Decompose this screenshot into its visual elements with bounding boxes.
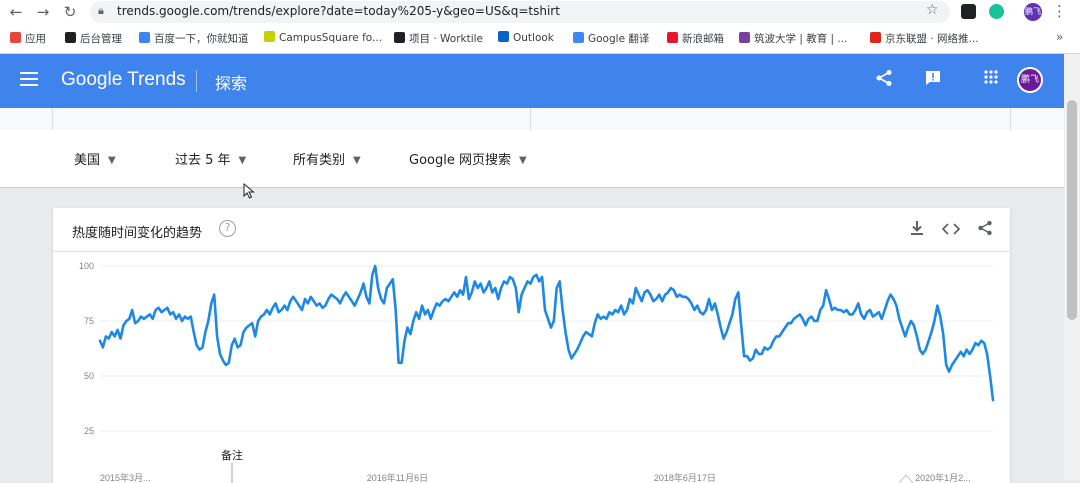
bookmark-item[interactable]: 百度一下，你就知道: [139, 31, 249, 46]
bookmark-label: 新浪邮箱: [682, 33, 724, 45]
bookmark-label: 筑波大学 | 教育 | ...: [754, 33, 848, 45]
scrollbar-thumb[interactable]: [1067, 100, 1077, 320]
bookmark-site-icon: [394, 32, 405, 43]
search-type-filter[interactable]: Google 网页搜索 ▼: [409, 149, 527, 168]
browser-chrome: ← → ↻ 🔒︎ trends.google.com/trends/explor…: [0, 0, 1080, 54]
bookmark-item[interactable]: 新浪邮箱: [667, 31, 724, 46]
caret-down-icon: ▼: [353, 155, 361, 166]
time-filter-label: 过去 5 年: [175, 153, 231, 168]
grammarly-extension-icon[interactable]: [989, 4, 1004, 19]
caret-down-icon: ▼: [518, 155, 527, 166]
bookmark-label: 项目 · Worktile: [409, 33, 484, 45]
browser-profile-avatar[interactable]: 鹏飞: [1024, 3, 1042, 21]
feedback-icon[interactable]: [922, 69, 944, 91]
bookmark-label: 后台管理: [80, 33, 122, 45]
bookmark-site-icon: [870, 32, 881, 43]
hamburger-menu-icon[interactable]: [20, 68, 38, 90]
share-icon[interactable]: [974, 220, 996, 242]
embed-code-icon[interactable]: [940, 220, 962, 242]
bookmark-label: 应用: [25, 33, 46, 45]
bookmark-star-icon[interactable]: ☆: [926, 2, 939, 18]
bookmark-item[interactable]: 项目 · Worktile: [394, 31, 483, 46]
account-avatar[interactable]: 鹏飞: [1017, 67, 1043, 93]
address-row: ← → ↻ 🔒︎ trends.google.com/trends/explor…: [0, 0, 1080, 24]
annotation-marker[interactable]: [898, 474, 914, 483]
x-tick-label: 2020年1月2...: [915, 472, 971, 483]
region-filter-label: 美国: [74, 153, 101, 168]
bookmark-item[interactable]: 筑波大学 | 教育 | ...: [739, 31, 847, 46]
browser-menu-icon[interactable]: ⋮: [1052, 2, 1067, 20]
interest-line-chart[interactable]: 100 75 50 25 2015年3月... 2016年11月6日 2018年6月17日…: [53, 252, 1010, 483]
bookmark-item[interactable]: 后台管理: [65, 31, 122, 46]
bookmark-item[interactable]: CampusSquare fo...: [264, 31, 382, 44]
appbar-divider: [196, 70, 197, 92]
y-tick-label: 50: [84, 371, 94, 381]
term-divider: [530, 108, 531, 130]
google-trends-logo[interactable]: Google Trends: [61, 69, 186, 91]
term-divider: [52, 108, 53, 130]
app-bar: Google Trends 探索 鹏飞: [0, 54, 1064, 108]
category-filter[interactable]: 所有类别 ▼: [293, 149, 361, 168]
mouse-cursor-icon: [243, 183, 255, 199]
bookmark-site-icon: [264, 31, 275, 42]
bookmark-site-icon: [667, 32, 678, 43]
x-tick-label: 2015年3月...: [100, 472, 151, 483]
region-filter[interactable]: 美国 ▼: [74, 149, 116, 168]
bookmark-label: Google 翻译: [588, 33, 650, 45]
card-title: 热度随时间变化的趋势: [72, 226, 203, 241]
help-icon[interactable]: ?: [219, 220, 236, 237]
caret-down-icon: ▼: [238, 155, 247, 166]
y-tick-label: 75: [84, 316, 94, 326]
bookmark-site-icon: [139, 32, 150, 43]
address-bar[interactable]: 🔒︎ trends.google.com/trends/explore?date…: [90, 1, 950, 23]
lock-icon: 🔒︎: [98, 4, 104, 17]
bookmark-label: Outlook: [513, 32, 554, 44]
caret-down-icon: ▼: [108, 155, 116, 166]
apps-grid-icon: [10, 32, 21, 43]
bookmark-item[interactable]: 京东联盟 · 网络推...: [870, 31, 979, 46]
y-tick-label: 25: [84, 426, 94, 436]
filter-bar: 美国 ▼ 过去 5 年 ▼ 所有类别 ▼ Google 网页搜索 ▼: [0, 130, 1064, 188]
search-terms-strip: [0, 108, 1064, 131]
download-icon[interactable]: [906, 220, 928, 242]
x-tick-label: 2018年6月17日: [654, 472, 716, 483]
x-tick-label: 2016年11月6日: [367, 472, 428, 483]
term-divider: [1010, 108, 1011, 130]
forward-arrow-icon[interactable]: →: [33, 2, 53, 22]
apps-grid-icon[interactable]: [980, 69, 1002, 91]
bookmark-label: 百度一下，你就知道: [154, 33, 249, 45]
extension-icon[interactable]: [961, 4, 976, 19]
back-arrow-icon[interactable]: ←: [6, 2, 26, 22]
main-content: 美国 ▼ 过去 5 年 ▼ 所有类别 ▼ Google 网页搜索 ▼ 热度随时间变化的趋…: [0, 108, 1064, 483]
bookmark-site-icon: [65, 32, 76, 43]
interest-over-time-card: 热度随时间变化的趋势 ? 100 75 50 25 2015年3月... 2016年11…: [53, 208, 1010, 483]
bookmark-site-icon: [739, 32, 750, 43]
y-tick-label: 100: [79, 261, 94, 271]
bookmark-item[interactable]: Outlook: [498, 31, 554, 44]
bookmark-item[interactable]: 应用: [10, 31, 46, 46]
page-scrollbar[interactable]: [1064, 54, 1080, 480]
page-title: 探索: [215, 74, 248, 93]
bookmark-label: CampusSquare fo...: [279, 32, 383, 44]
search-type-filter-label: Google 网页搜索: [409, 153, 511, 168]
note-label[interactable]: 备注: [221, 448, 243, 462]
translate-icon: [573, 32, 584, 43]
bookmarks-overflow-icon[interactable]: »: [1056, 30, 1063, 44]
bookmarks-bar: 应用 后台管理 百度一下，你就知道 CampusSquare fo... 项目 …: [0, 27, 1080, 51]
time-filter[interactable]: 过去 5 年 ▼: [175, 149, 246, 168]
share-icon[interactable]: [873, 69, 895, 91]
bookmark-item[interactable]: Google 翻译: [573, 31, 649, 46]
bookmark-label: 京东联盟 · 网络推...: [885, 33, 979, 45]
series-line[interactable]: [98, 264, 995, 402]
outlook-icon: [498, 31, 509, 42]
reload-icon[interactable]: ↻: [60, 2, 80, 22]
url-text[interactable]: trends.google.com/trends/explore?date=to…: [117, 4, 560, 18]
category-filter-label: 所有类别: [293, 153, 346, 168]
